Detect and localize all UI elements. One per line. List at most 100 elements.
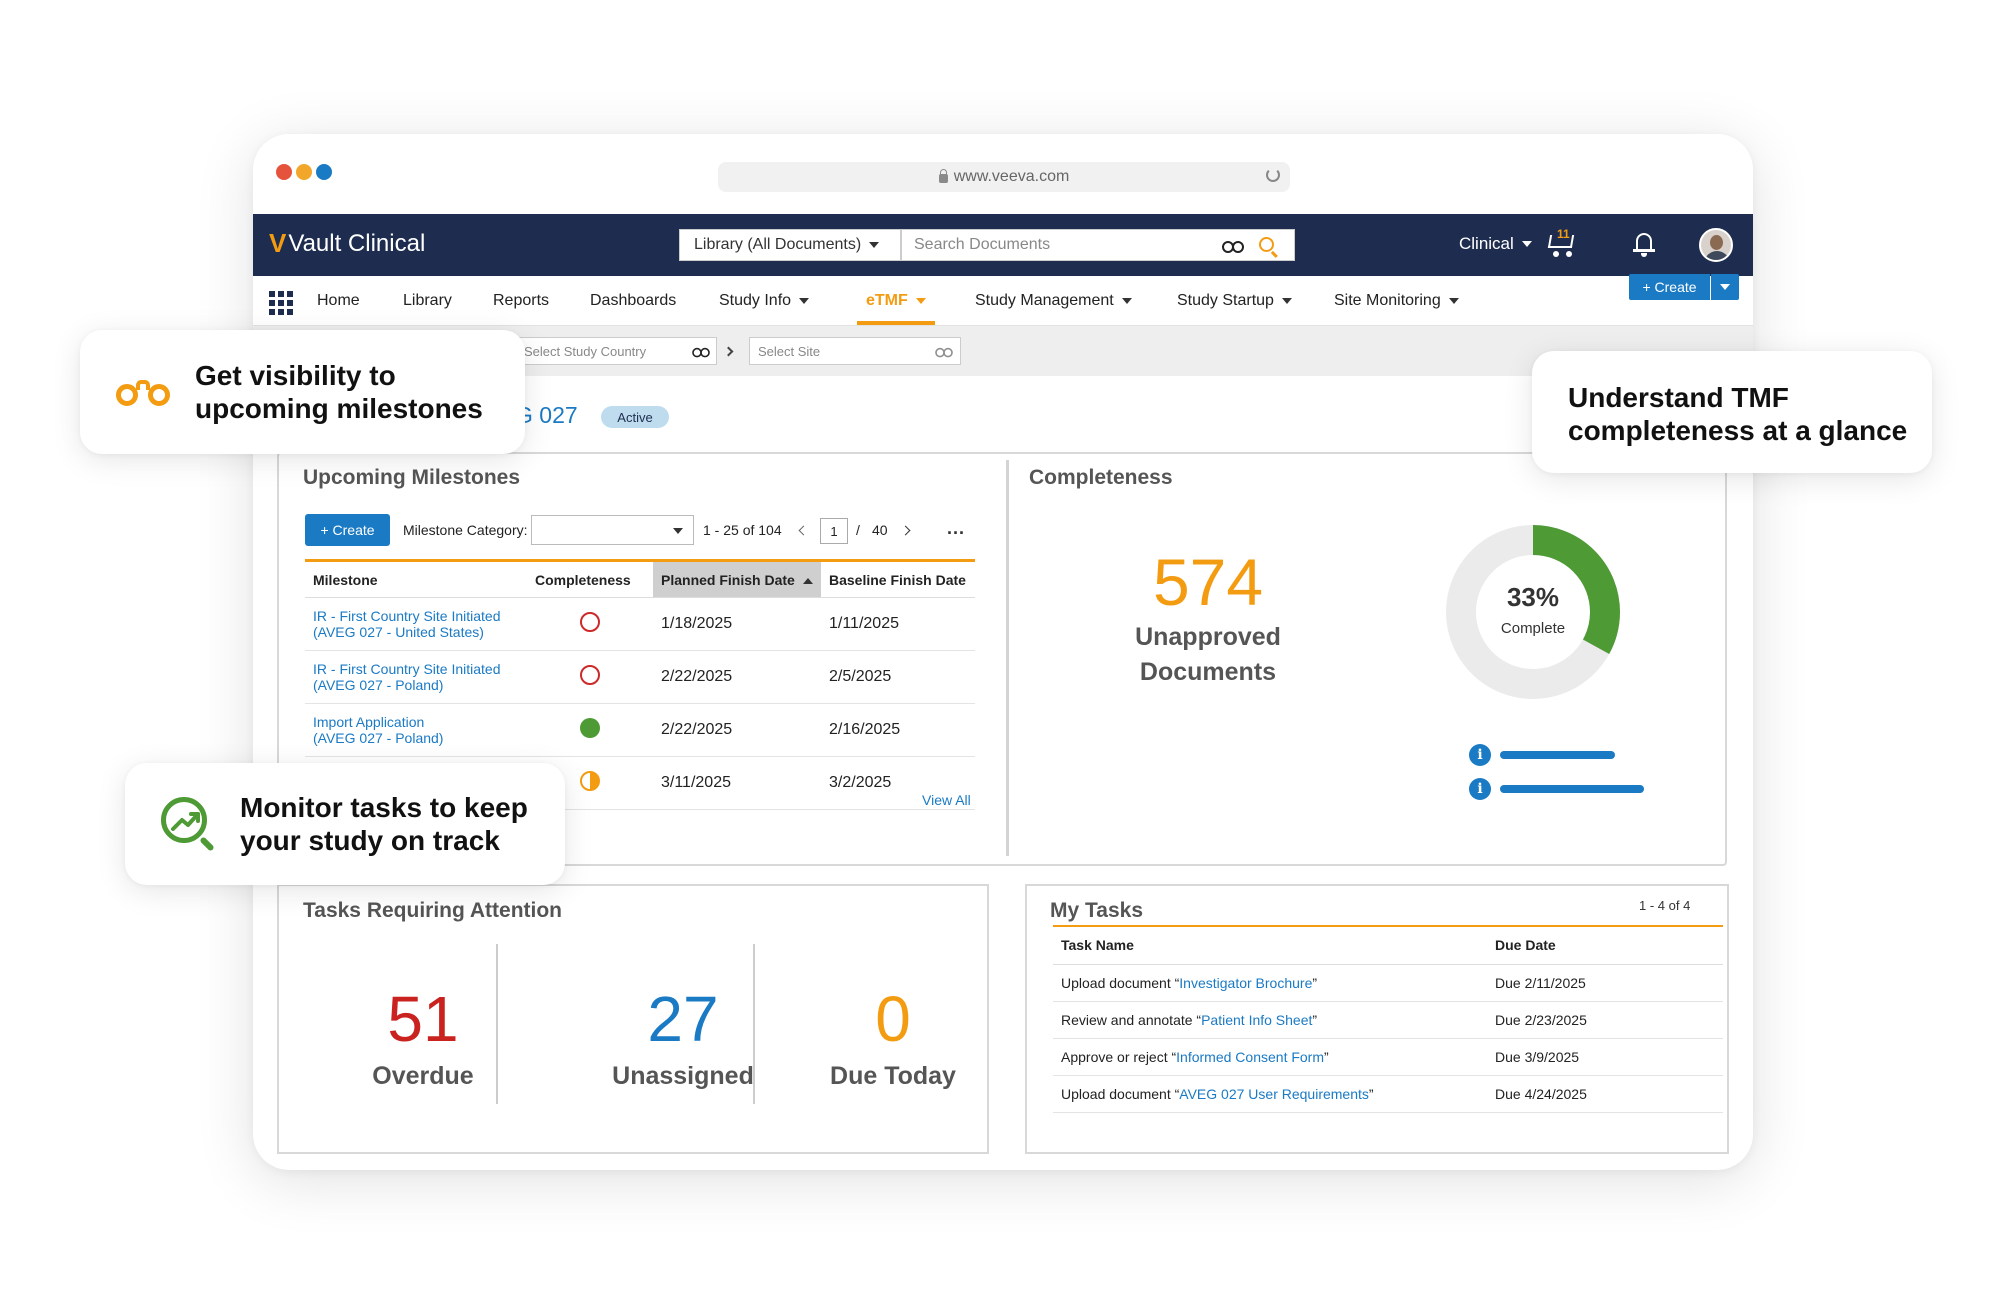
info-icon[interactable]: i xyxy=(1469,744,1491,766)
tab-home[interactable]: Home xyxy=(317,292,360,310)
completeness-cell xyxy=(527,597,653,651)
due-today-label: Due Today xyxy=(830,1062,956,1090)
library-select[interactable]: Library (All Documents) xyxy=(679,229,901,261)
tab-site-monitoring[interactable]: Site Monitoring xyxy=(1334,292,1459,310)
task-name: Upload document “Investigator Brochure” xyxy=(1053,964,1487,1002)
task-document-link[interactable]: Informed Consent Form xyxy=(1176,1049,1324,1065)
table-row: Review and annotate “Patient Info Sheet”… xyxy=(1053,1001,1723,1039)
search-input[interactable] xyxy=(914,236,1214,254)
bell-icon[interactable] xyxy=(1633,231,1655,257)
search-icon[interactable] xyxy=(1259,237,1274,252)
milestones-range: 1 - 25 of 104 xyxy=(703,522,782,538)
task-due-date: Due 4/24/2025 xyxy=(1487,1075,1723,1113)
table-row: Upload document “AVEG 027 User Requireme… xyxy=(1053,1075,1723,1113)
vault-v-icon: V xyxy=(269,228,287,258)
chevron-down-icon xyxy=(1121,298,1132,304)
column-header-baseline-finish[interactable]: Baseline Finish Date xyxy=(821,559,975,598)
site-select[interactable]: Select Site xyxy=(749,337,961,365)
milestones-title: Upcoming Milestones xyxy=(303,466,521,489)
task-document-link[interactable]: AVEG 027 User Requirements xyxy=(1179,1086,1369,1102)
app-grid-icon[interactable] xyxy=(269,291,293,315)
baseline-date: 1/11/2025 xyxy=(821,597,975,651)
create-dropdown-button[interactable] xyxy=(1711,274,1739,300)
create-milestone-button[interactable]: + Create xyxy=(305,514,390,546)
avatar[interactable] xyxy=(1699,228,1733,262)
close-window-dot[interactable] xyxy=(276,164,292,180)
divider xyxy=(753,944,755,1104)
milestone-category-label: Milestone Category: xyxy=(403,522,528,538)
task-document-link[interactable]: Patient Info Sheet xyxy=(1201,1012,1312,1028)
callout-tmf: Understand TMF completeness at a glance xyxy=(1532,351,1932,473)
not-started-status-icon xyxy=(580,664,600,685)
callout-tasks-text: Monitor tasks to keep your study on trac… xyxy=(240,792,528,856)
planned-date: 2/22/2025 xyxy=(653,650,821,704)
tasks-attention-title: Tasks Requiring Attention xyxy=(303,899,563,922)
app-logo[interactable]: V Vault Clinical xyxy=(269,228,425,259)
column-header-completeness[interactable]: Completeness xyxy=(527,559,653,598)
table-row: Approve or reject “Informed Consent Form… xyxy=(1053,1038,1723,1076)
overdue-label: Overdue xyxy=(372,1062,474,1090)
page-number-input[interactable] xyxy=(820,518,848,544)
info-icon[interactable]: i xyxy=(1469,778,1491,800)
tab-study-management[interactable]: Study Management xyxy=(975,292,1132,310)
unassigned-label: Unassigned xyxy=(612,1062,754,1090)
cart-icon[interactable]: 11 xyxy=(1545,227,1577,257)
tab-library[interactable]: Library xyxy=(403,292,452,310)
tab-reports[interactable]: Reports xyxy=(493,292,549,310)
minimize-window-dot[interactable] xyxy=(296,164,312,180)
tab-navbar: Home Library Reports Dashboards Study In… xyxy=(253,276,1753,326)
task-name: Approve or reject “Informed Consent Form… xyxy=(1053,1038,1487,1076)
column-header-planned-finish[interactable]: Planned Finish Date xyxy=(653,559,821,598)
unassigned-count[interactable]: 27 xyxy=(553,982,813,1056)
url-bar[interactable]: www.veeva.com xyxy=(718,162,1290,192)
baseline-date: 2/16/2025 xyxy=(821,703,975,757)
milestone-link[interactable]: IR - First Country Site Initiated (AVEG 0… xyxy=(305,650,527,704)
top-navbar: V Vault Clinical Library (All Documents)… xyxy=(253,214,1753,276)
active-tab-indicator xyxy=(857,321,935,325)
reload-icon[interactable] xyxy=(1266,168,1280,182)
task-document-link[interactable]: Investigator Brochure xyxy=(1179,975,1312,991)
column-header-due-date[interactable]: Due Date xyxy=(1487,925,1723,965)
milestone-category-select[interactable] xyxy=(531,515,694,545)
chevron-down-icon xyxy=(799,298,810,304)
workspace-menu-label: Clinical xyxy=(1459,234,1514,253)
total-pages: 40 xyxy=(872,522,888,538)
more-options-icon[interactable]: ... xyxy=(947,518,965,539)
binoculars-icon xyxy=(116,378,170,408)
column-header-task-name[interactable]: Task Name xyxy=(1053,925,1487,965)
tab-study-startup[interactable]: Study Startup xyxy=(1177,292,1292,310)
sort-ascending-icon xyxy=(802,577,813,584)
browser-window: www.veeva.com V Vault Clinical Library (… xyxy=(253,134,1753,1170)
page-separator: / xyxy=(856,522,860,538)
workspace-menu[interactable]: Clinical xyxy=(1459,234,1532,254)
table-row: IR - First Country Site Initiated (AVEG 0… xyxy=(305,650,975,704)
study-country-select[interactable]: Select Study Country xyxy=(515,337,717,365)
logo-text: Vault Clinical xyxy=(288,229,426,257)
column-header-milestone[interactable]: Milestone xyxy=(305,559,527,598)
tab-dashboards[interactable]: Dashboards xyxy=(590,292,676,310)
callout-tmf-text: Understand TMF completeness at a glance xyxy=(1568,382,1908,446)
completeness-percent: 33% xyxy=(1506,582,1560,612)
chevron-down-icon xyxy=(869,242,880,248)
browser-chrome: www.veeva.com xyxy=(253,134,1753,214)
milestone-link[interactable]: IR - First Country Site Initiated (AVEG 0… xyxy=(305,597,527,651)
tab-study-info[interactable]: Study Info xyxy=(719,292,810,310)
completeness-cell xyxy=(527,650,653,704)
binoculars-icon[interactable] xyxy=(1222,239,1244,253)
tab-etmf[interactable]: eTMF xyxy=(866,292,926,310)
chevron-down-icon xyxy=(1720,284,1730,290)
due-today-count[interactable]: 0 xyxy=(793,982,993,1056)
not-started-status-icon xyxy=(580,611,600,632)
maximize-window-dot[interactable] xyxy=(316,164,332,180)
status-badge: Active xyxy=(601,406,669,428)
chevron-down-icon xyxy=(673,528,683,534)
unapproved-count[interactable]: 574 xyxy=(1093,544,1323,620)
overdue-count[interactable]: 51 xyxy=(323,982,523,1056)
view-all-link[interactable]: View All xyxy=(922,792,971,808)
legend-bar xyxy=(1500,785,1644,793)
create-button[interactable]: + Create xyxy=(1629,274,1710,300)
my-tasks-table: Task Name Due Date Upload document “Inve… xyxy=(1053,925,1723,1113)
milestone-link[interactable]: Import Application (AVEG 027 - Poland) xyxy=(305,703,527,757)
completeness-complete-label: Complete xyxy=(1500,620,1566,637)
planned-date: 2/22/2025 xyxy=(653,703,821,757)
